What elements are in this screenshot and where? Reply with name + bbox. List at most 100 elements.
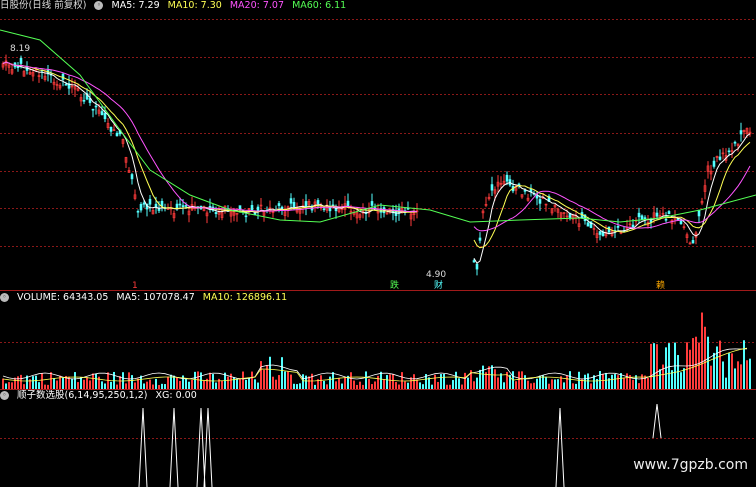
candle-body — [727, 150, 731, 153]
event-marker[interactable]: 1 — [131, 281, 139, 292]
volume-bar — [521, 371, 523, 389]
candle-body — [712, 160, 716, 167]
volume-bar — [626, 373, 628, 389]
volume-bar — [476, 377, 478, 389]
volume-bar — [44, 384, 46, 389]
volume-bar — [341, 383, 343, 389]
volume-bar — [125, 383, 127, 389]
volume-bar — [518, 371, 520, 389]
volume-bar — [272, 376, 274, 389]
volume-bar — [644, 375, 646, 389]
volume-bar — [32, 376, 34, 389]
volume-bar — [305, 375, 307, 389]
volume-bar — [257, 382, 259, 389]
event-marker-fall[interactable]: 跌 — [389, 281, 400, 292]
volume-bar — [5, 383, 7, 389]
volume-bar — [359, 381, 361, 389]
volume-bar — [77, 382, 79, 389]
volume-bar — [440, 374, 442, 389]
volume-bar — [698, 342, 700, 389]
candle-body — [739, 130, 743, 135]
volume-bar — [551, 379, 553, 389]
candle-body — [130, 174, 134, 180]
candle-body — [733, 141, 737, 144]
volume-bar — [623, 378, 625, 389]
volume-bar — [455, 371, 457, 389]
volume-bar — [740, 364, 742, 389]
volume-bar — [368, 379, 370, 389]
volume-bar — [554, 379, 556, 389]
volume-bar — [203, 380, 205, 389]
ma5-line — [2, 61, 751, 264]
volume-bar — [74, 372, 76, 389]
volume-bar — [266, 364, 268, 389]
volume-bar — [17, 376, 19, 389]
volume-bar — [152, 384, 154, 389]
volume-bar — [707, 336, 709, 389]
volume-bar — [350, 372, 352, 389]
volume-bar — [380, 371, 382, 389]
volume-bar — [749, 358, 751, 389]
volume-bar — [335, 381, 337, 389]
volume-bar — [449, 384, 451, 389]
volume-bar — [200, 372, 202, 389]
volume-bar — [383, 379, 385, 389]
volume-bar — [176, 377, 178, 389]
volume-bar — [464, 372, 466, 389]
volume-bar — [227, 376, 229, 389]
candle-body — [82, 100, 86, 102]
candle-body — [637, 212, 641, 218]
volume-bar — [11, 382, 13, 389]
volume-bar — [149, 379, 151, 389]
volume-bar — [614, 374, 616, 389]
volume-bar — [569, 371, 571, 389]
volume-bar — [566, 375, 568, 389]
candle-body — [472, 260, 476, 263]
volume-bar — [653, 343, 655, 389]
volume-bar — [746, 360, 748, 389]
candle-body — [94, 105, 98, 108]
volume-bar — [656, 344, 658, 389]
candle-body — [643, 217, 647, 219]
volume-bar — [263, 369, 265, 389]
volume-bar — [377, 375, 379, 389]
volume-bar — [365, 371, 367, 389]
candle-body — [178, 203, 182, 206]
volume-bar — [497, 377, 499, 389]
volume-bar — [668, 343, 670, 389]
volume-bar — [281, 357, 283, 389]
volume-bar — [452, 380, 454, 389]
watermark: www.7gpzb.com — [633, 457, 748, 473]
volume-bar — [134, 382, 136, 389]
volume-bar — [20, 374, 22, 389]
volume-bar — [500, 373, 502, 389]
volume-bar — [482, 365, 484, 389]
volume-bar — [434, 374, 436, 389]
candle-body — [157, 208, 161, 211]
volume-bar — [515, 381, 517, 389]
volume-bar — [419, 382, 421, 389]
volume-bar — [212, 374, 214, 389]
volume-bar — [719, 340, 721, 389]
signal-spike — [196, 407, 206, 487]
chart-canvas[interactable] — [0, 0, 756, 487]
volume-bar — [743, 340, 745, 389]
event-marker-finance[interactable]: 财 — [433, 281, 444, 292]
candle-body — [664, 218, 668, 221]
candle-body — [142, 202, 146, 205]
candle-body — [160, 200, 164, 207]
volume-bar — [38, 382, 40, 389]
volume-bar — [731, 353, 733, 389]
volume-bar — [422, 384, 424, 389]
volume-bar — [683, 368, 685, 389]
candle-body — [538, 199, 542, 204]
volume-bar — [155, 378, 157, 389]
event-marker-other[interactable]: 赖 — [655, 281, 666, 292]
volume-bar — [605, 372, 607, 389]
volume-bar — [557, 379, 559, 389]
volume-bar — [98, 376, 100, 389]
candle-body — [631, 224, 635, 228]
volume-bar — [563, 382, 565, 389]
volume-bar — [86, 377, 88, 389]
volume-bar — [353, 380, 355, 389]
